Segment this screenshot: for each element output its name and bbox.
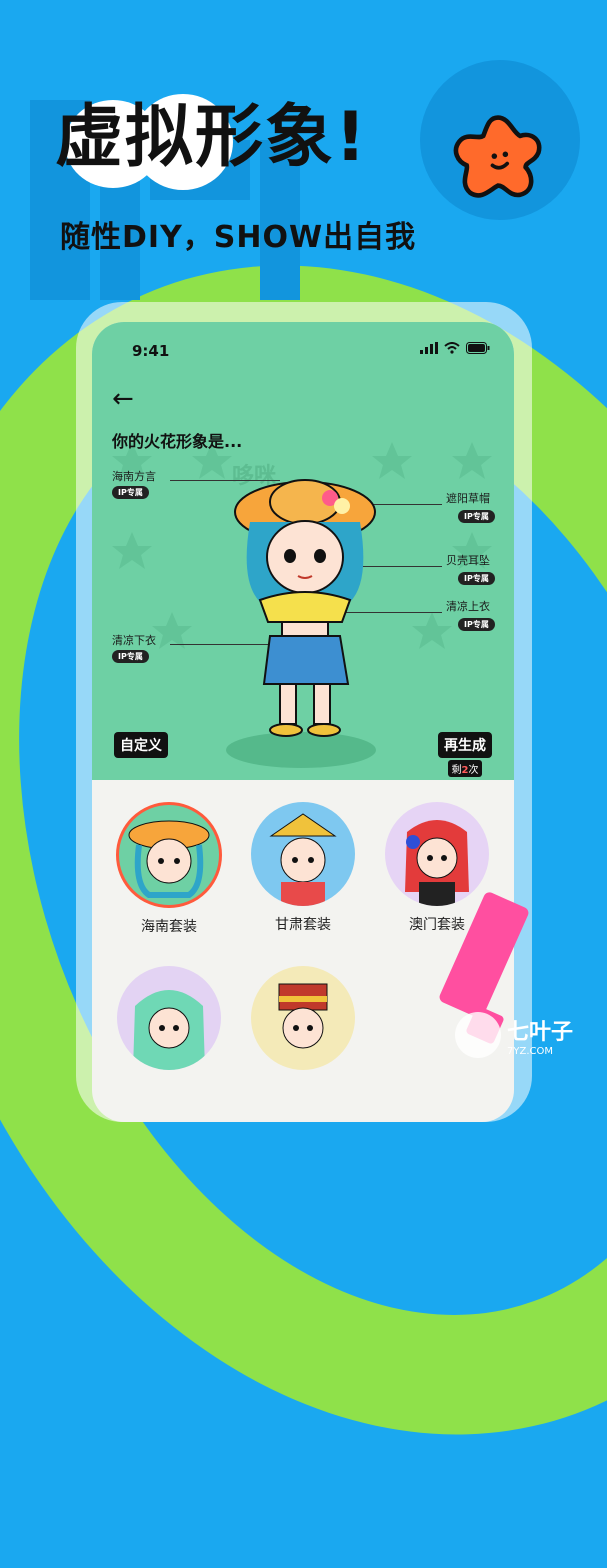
avatar-figure[interactable] xyxy=(230,472,380,742)
status-time: 9:41 xyxy=(132,342,170,360)
tag-ip-exclusive: IP专属 xyxy=(458,572,495,585)
outfit-name: 海南套装 xyxy=(141,919,197,935)
outfit-thumbnail xyxy=(117,966,221,1070)
outfit-item[interactable] xyxy=(248,966,358,1070)
regenerate-button[interactable]: 再生成 剩2次 xyxy=(438,732,492,777)
regenerate-label: 再生成 xyxy=(438,732,492,758)
hero-section: 虚拟形象! 随性DIY，SHOW出自我 xyxy=(0,0,607,300)
regen-remaining: 剩2次 xyxy=(447,760,483,777)
battery-icon xyxy=(466,342,490,354)
status-icons xyxy=(420,342,490,354)
hero-title: 虚拟形象! xyxy=(55,98,369,177)
site-watermark: 七叶子 7YZ.COM xyxy=(455,1012,573,1058)
label-sun-hat: 遮阳草帽 xyxy=(446,492,490,505)
tag-ip-exclusive: IP专属 xyxy=(458,618,495,631)
customize-button[interactable]: 自定义 xyxy=(114,732,168,758)
signal-icon xyxy=(420,342,438,354)
outfit-thumbnail xyxy=(116,802,222,908)
hero-subtitle: 随性DIY，SHOW出自我 xyxy=(60,220,417,255)
outfit-gansu[interactable]: 甘肃套装 xyxy=(248,802,358,934)
label-hainan-dialect: 海南方言 xyxy=(112,470,156,483)
avatar-scene: 9:41 ← 你的火花形象是... 哆咪 海南方言 IP专属 遮阳草帽 IP专属… xyxy=(92,322,514,780)
leaf-logo-icon xyxy=(455,1012,501,1058)
back-arrow-icon[interactable]: ← xyxy=(112,384,142,414)
watermark-name: 七叶子 xyxy=(507,1019,574,1045)
flower-blob-icon xyxy=(453,115,542,198)
hero-title-wrap: 虚拟形象! xyxy=(55,88,369,190)
label-cool-top: 清凉上衣 xyxy=(446,600,490,613)
outfit-item[interactable] xyxy=(114,966,224,1070)
result-heading: 你的火花形象是... xyxy=(112,432,243,451)
tag-ip-exclusive: IP专属 xyxy=(112,650,149,663)
label-shell-earring: 贝壳耳坠 xyxy=(446,554,490,567)
status-bar: 9:41 xyxy=(92,322,514,378)
tag-ip-exclusive: IP专属 xyxy=(112,486,149,499)
outfit-name: 甘肃套装 xyxy=(275,917,331,933)
tag-ip-exclusive: IP专属 xyxy=(458,510,495,523)
outfit-hainan[interactable]: 海南套装 xyxy=(114,802,224,936)
outfit-thumbnail xyxy=(251,802,355,906)
outfit-thumbnail xyxy=(251,966,355,1070)
wifi-icon xyxy=(444,342,460,354)
watermark-url: 7YZ.COM xyxy=(507,1045,553,1057)
label-cool-bottom: 清凉下衣 xyxy=(112,634,156,647)
outfit-thumbnail xyxy=(385,802,489,906)
